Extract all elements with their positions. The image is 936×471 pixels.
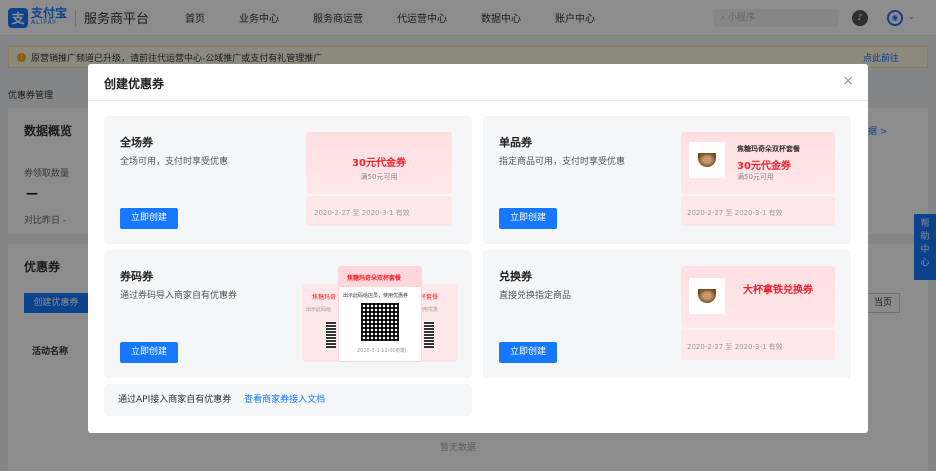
preview-min: 满50元可用 [360, 173, 398, 181]
card-desc: 通过券码导入商家自有优惠券 [120, 291, 238, 301]
qr-code-icon [361, 303, 399, 341]
preview-side-left-name: 焦糖玛奇 [312, 294, 337, 301]
card-title: 全场券 [120, 136, 153, 149]
preview-date: 2020-2-27 至 2020-3-1 有效 [687, 343, 783, 351]
code-preview-center: 焦糖玛奇朵双杯套餐 出示此码给店员，使用优惠券 2020-3-1 12:00到期 [338, 266, 422, 362]
coffee-cup-image [689, 142, 725, 178]
preview-date: 2020-2-27 至 2020-3-1 有效 [314, 209, 410, 217]
preview-tip: 出示此码给店员，使用优惠券 [343, 293, 409, 299]
create-now-button[interactable]: 立即创建 [120, 342, 178, 363]
api-integration-bar: 通过API接入商家自有优惠券 查看商家券接入文档 [104, 384, 472, 416]
card-desc: 指定商品可用，支付时享受优惠 [499, 157, 626, 167]
api-doc-link[interactable]: 查看商家券接入文档 [244, 395, 325, 405]
preview-min: 满50元可用 [737, 173, 774, 181]
barcode-icon [424, 322, 434, 348]
coupon-type-card-exchange[interactable]: 兑换券 直接兑换指定商品 立即创建 大杯拿铁兑换券 2020-2-27 至 20… [483, 250, 851, 378]
coupon-type-card-single[interactable]: 单品券 指定商品可用，支付时享受优惠 立即创建 焦糖玛奇朵双杯套餐 30元代金券… [483, 116, 851, 244]
coffee-cup-image [689, 278, 725, 314]
preview-amount: 30元代金券 [352, 158, 406, 169]
coupon-type-card-all[interactable]: 全场券 全场可用，支付时享受优惠 立即创建 30元代金券 满50元可用 2020… [104, 116, 472, 244]
preview-date: 2020-2-27 至 2020-3-1 有效 [687, 209, 783, 217]
preview-side-left-tip: 出示此码给 [306, 307, 332, 313]
barcode-icon [326, 322, 336, 348]
preview-side-right-name: 杯套餐 [420, 294, 439, 301]
coupon-preview: 焦糖玛奇朵双杯套餐 30元代金券 满50元可用 [681, 132, 835, 194]
preview-amount: 30元代金券 [737, 161, 791, 172]
create-now-button[interactable]: 立即创建 [499, 208, 557, 229]
coupon-preview: 大杯拿铁兑换券 [681, 266, 835, 328]
preview-product-name: 焦糖玛奇朵双杯套餐 [737, 145, 800, 153]
preview-product-name: 大杯拿铁兑换券 [743, 285, 813, 296]
coupon-preview: 30元代金券 满50元可用 [306, 132, 452, 194]
preview-product-name: 焦糖玛奇朵双杯套餐 [347, 275, 402, 282]
coupon-preview-bottom: 2020-2-27 至 2020-3-1 有效 [681, 196, 835, 226]
coupon-preview-bottom: 2020-2-27 至 2020-3-1 有效 [681, 330, 835, 360]
card-desc: 全场可用，支付时享受优惠 [120, 157, 229, 167]
modal-divider [88, 100, 868, 101]
card-desc: 直接兑换指定商品 [499, 291, 572, 301]
modal-title: 创建优惠券 [104, 77, 165, 91]
coupon-preview-bottom: 2020-2-27 至 2020-3-1 有效 [306, 196, 452, 226]
close-icon[interactable]: × [842, 73, 854, 89]
preview-date: 2020-3-1 12:00到期 [357, 348, 406, 354]
create-now-button[interactable]: 立即创建 [499, 342, 557, 363]
create-coupon-modal: 创建优惠券 × 全场券 全场可用，支付时享受优惠 立即创建 30元代金券 满50… [88, 64, 868, 433]
coupon-type-card-code[interactable]: 券码券 通过券码导入商家自有优惠券 立即创建 焦糖玛奇 出示此码给 杯套餐 使用… [104, 250, 472, 378]
card-title: 兑换券 [499, 270, 532, 283]
card-title: 券码券 [120, 270, 153, 283]
card-title: 单品券 [499, 136, 532, 149]
api-text: 通过API接入商家自有优惠券 [118, 395, 232, 405]
create-now-button[interactable]: 立即创建 [120, 208, 178, 229]
